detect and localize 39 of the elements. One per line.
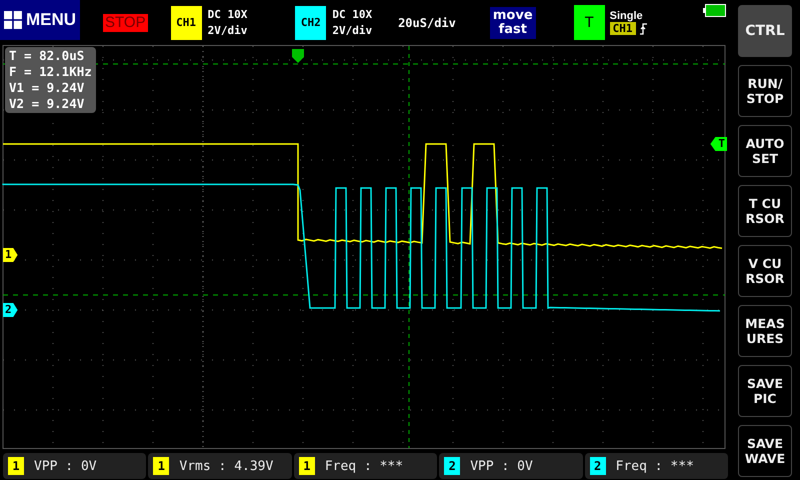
coupling-label: DC 10X [332, 6, 372, 22]
measurement-value: Freq : *** [616, 458, 694, 474]
readout-line: T = 82.0uS [9, 48, 86, 64]
side-button[interactable]: T CU RSOR [738, 185, 792, 237]
trigger-position-marker [292, 49, 304, 63]
side-button[interactable]: MEAS URES [738, 305, 792, 357]
measurement-value: VPP : 0V [34, 458, 97, 474]
channel-badge: CH2 [295, 6, 326, 40]
side-button[interactable]: CTRL [738, 5, 792, 57]
run-state-label: STOP [103, 14, 148, 32]
timebase-label: 20uS/div [398, 16, 456, 30]
measurement-value: VPP : 0V [470, 458, 533, 474]
readout-line: F = 12.1KHz [9, 64, 92, 80]
measurement-value: Freq : *** [324, 458, 404, 474]
side-button[interactable]: SAVE WAVE [738, 425, 792, 477]
channel-badge: 1 [8, 457, 24, 475]
trigger-badge: T [574, 5, 605, 40]
coupling-label: DC 10X [208, 6, 248, 22]
side-button[interactable]: SAVE PIC [738, 365, 792, 417]
channel-badge: 2 [590, 457, 606, 475]
menu-button[interactable]: MENU [0, 0, 80, 40]
channel-badge: 2 [444, 457, 460, 475]
rising-edge-icon [640, 22, 647, 34]
side-button[interactable]: AUTO SET [738, 125, 792, 177]
battery-icon [703, 4, 726, 17]
readout-line: V1 = 9.24V [9, 80, 86, 96]
trigger-source-badge: CH1 [610, 22, 636, 35]
side-button[interactable]: RUN/ STOP [738, 65, 792, 117]
side-button[interactable]: V CU RSOR [738, 245, 792, 297]
readout-line: V2 = 9.24V [9, 96, 86, 112]
trigger-mode-label: Single [610, 10, 644, 22]
channel-badge: CH1 [170, 6, 202, 40]
grid-icon [4, 9, 22, 31]
channel-badge: 1 [153, 457, 170, 475]
scale-label: 2V/div [332, 22, 372, 38]
move-mode-label: move fast [490, 6, 536, 38]
measurement-value: Vrms : 4.39V [179, 458, 274, 474]
channel-badge: 1 [298, 457, 315, 475]
scale-label: 2V/div [208, 22, 248, 38]
